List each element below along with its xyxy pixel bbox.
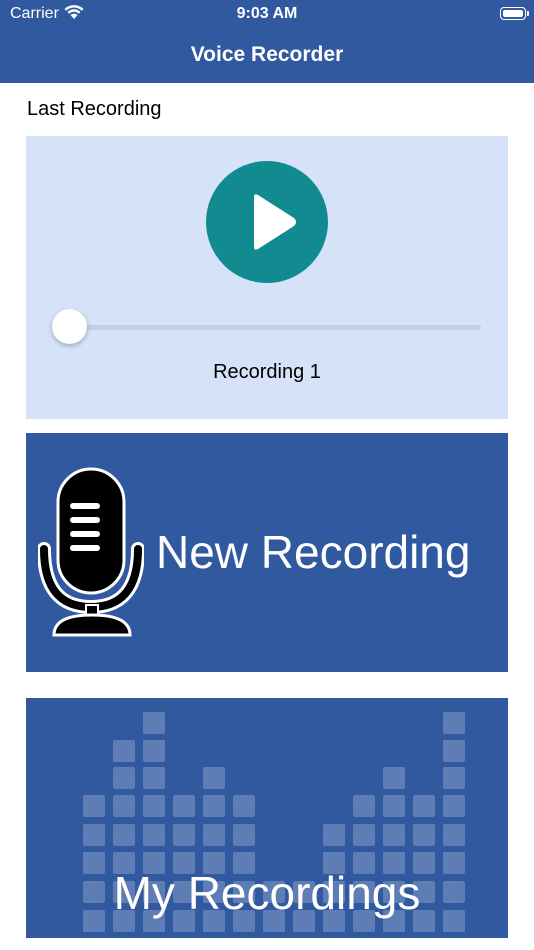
my-recordings-button[interactable]: My Recordings	[26, 698, 508, 938]
nav-title: Voice Recorder	[190, 43, 344, 66]
new-recording-label: New Recording	[156, 526, 471, 578]
new-recording-button[interactable]: New Recording	[26, 433, 508, 672]
play-icon	[254, 194, 296, 250]
status-bar: Carrier 9:03 AM	[0, 0, 534, 30]
playback-slider-thumb[interactable]	[52, 309, 87, 344]
my-recordings-label: My Recordings	[113, 867, 421, 919]
battery-icon	[500, 7, 529, 20]
nav-bar: Voice Recorder	[0, 30, 534, 83]
status-time: 9:03 AM	[236, 5, 298, 22]
recording-name: Recording 1	[213, 361, 321, 383]
last-recording-label: Last Recording	[27, 98, 162, 120]
microphone-icon	[38, 467, 144, 637]
last-recording-player: Recording 1	[26, 136, 508, 419]
playback-slider-track[interactable]	[69, 325, 481, 330]
play-button[interactable]	[206, 161, 328, 283]
